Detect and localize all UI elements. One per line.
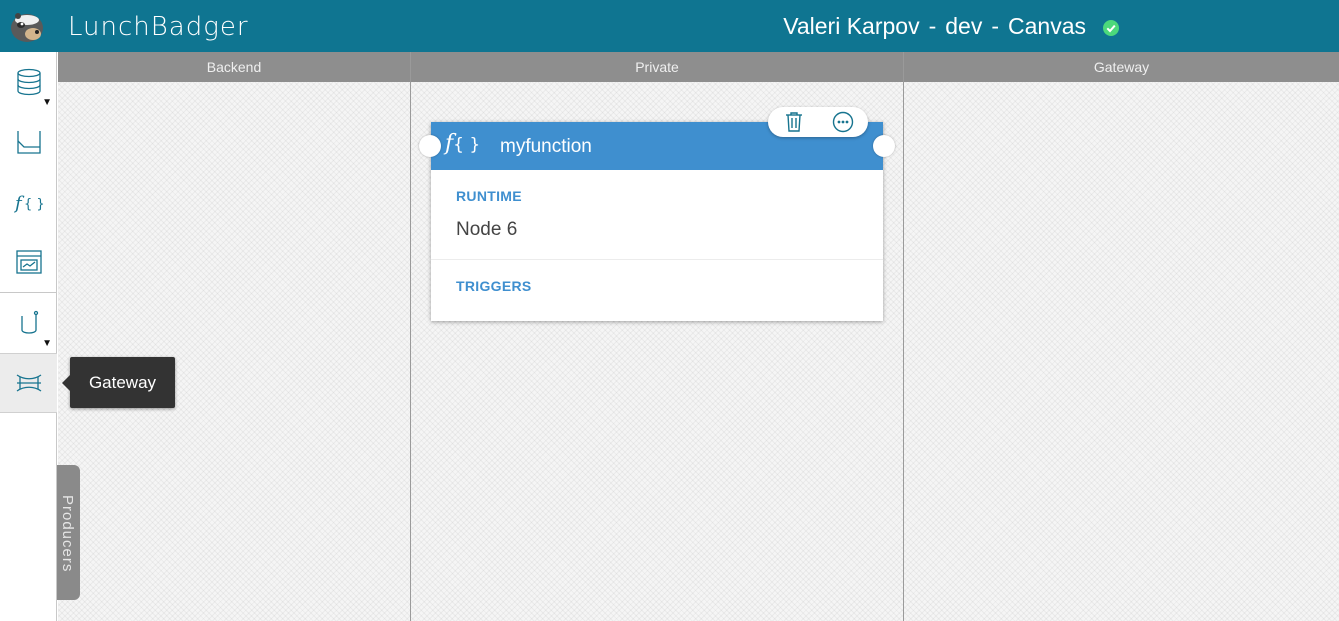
sidebar-item-function[interactable]: f { } <box>0 172 57 232</box>
sidebar-item-microservice[interactable] <box>0 232 57 292</box>
sidebar-item-data-source[interactable]: ▼ <box>0 52 57 112</box>
svg-text:{ }: { } <box>24 197 44 212</box>
function-icon: f { } <box>14 193 44 214</box>
gateway-icon <box>16 374 41 392</box>
column-header-private: Private <box>411 52 903 82</box>
producers-tab[interactable]: Producers <box>57 465 80 600</box>
card-toolbar <box>768 107 868 137</box>
column-header-gateway: Gateway <box>904 52 1339 82</box>
microservice-icon <box>15 250 42 274</box>
function-card[interactable]: f{ } myfunction RUNTIME Node 6 TRIGGERS <box>431 122 883 321</box>
trash-icon[interactable] <box>782 110 806 134</box>
function-icon-braces: { } <box>453 135 481 155</box>
view-name: Canvas <box>1008 13 1086 39</box>
status-check-icon <box>1103 20 1119 36</box>
breadcrumb: Valeri Karpov - dev - Canvas <box>783 13 1086 40</box>
sidebar-item-api-endpoint[interactable]: ▼ <box>0 293 57 353</box>
function-name[interactable]: myfunction <box>500 136 592 158</box>
badger-logo-icon[interactable] <box>8 10 46 44</box>
function-icon: f{ } <box>445 131 480 156</box>
column-divider[interactable] <box>903 52 904 621</box>
output-port[interactable] <box>873 135 895 157</box>
database-icon <box>16 68 41 96</box>
app-header: LunchBadger Valeri Karpov - dev - Canvas <box>0 0 1339 52</box>
card-divider <box>431 259 883 260</box>
chevron-down-icon[interactable]: ▼ <box>42 98 52 108</box>
gateway-tooltip: Gateway <box>62 357 175 408</box>
triggers-label: TRIGGERS <box>456 278 532 294</box>
function-icon-f: f <box>445 131 454 156</box>
app-brand: LunchBadger <box>68 12 249 42</box>
sidebar-item-gateway[interactable] <box>0 353 57 413</box>
sidebar: ▼ f { } ▼ <box>0 52 57 621</box>
runtime-value: Node 6 <box>456 219 518 240</box>
input-port[interactable] <box>419 135 441 157</box>
api-endpoint-icon <box>20 310 38 334</box>
chevron-down-icon[interactable]: ▼ <box>42 339 52 349</box>
separator: - <box>928 13 937 39</box>
column-divider[interactable] <box>410 52 411 621</box>
model-icon <box>16 131 41 154</box>
producers-tab-label: Producers <box>59 495 76 573</box>
sidebar-item-model[interactable] <box>0 112 57 172</box>
separator: - <box>991 13 1000 39</box>
runtime-label: RUNTIME <box>456 188 522 204</box>
more-icon[interactable] <box>831 110 855 134</box>
column-header-backend: Backend <box>58 52 410 82</box>
environment-name[interactable]: dev <box>945 13 982 39</box>
user-name[interactable]: Valeri Karpov <box>783 13 919 39</box>
